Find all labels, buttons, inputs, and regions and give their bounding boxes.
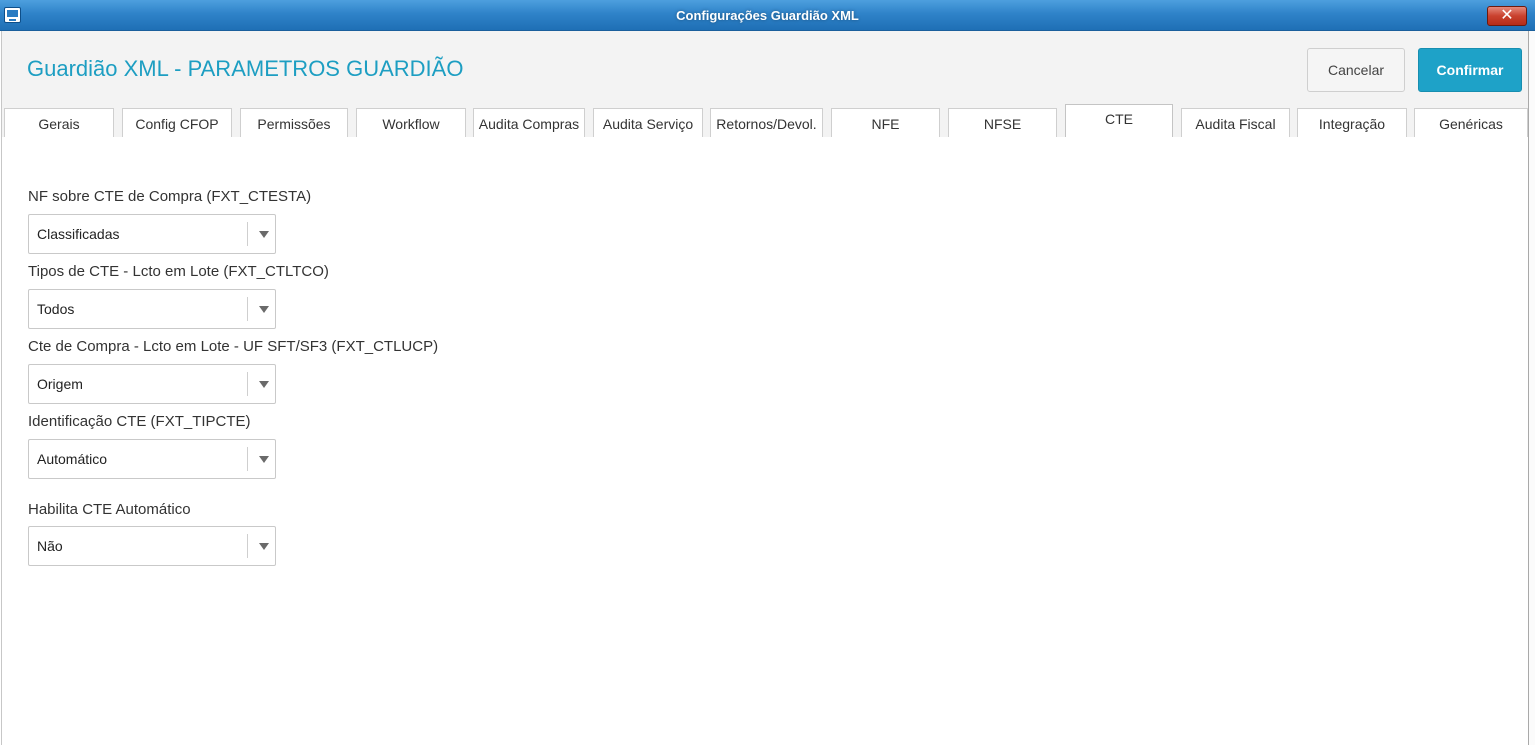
title-bar: Configurações Guardião XML ✕	[0, 0, 1535, 31]
close-icon: ✕	[1500, 7, 1514, 24]
select-divider	[247, 222, 248, 246]
cte-settings-panel: NF sobre CTE de Compra (FXT_CTESTA) Clas…	[1, 137, 1528, 745]
chevron-down-icon[interactable]	[259, 306, 269, 313]
identificacao-cte-select[interactable]: Automático	[28, 439, 276, 479]
tab-workflow[interactable]: Workflow	[356, 108, 466, 138]
page-title: Guardião XML - PARAMETROS GUARDIÃO	[27, 56, 464, 81]
cancel-button[interactable]: Cancelar	[1307, 48, 1405, 92]
tab-genericas[interactable]: Genéricas	[1414, 108, 1528, 138]
select-divider	[247, 534, 248, 558]
chevron-down-icon[interactable]	[259, 231, 269, 238]
window-right-edge	[1528, 31, 1535, 745]
tab-audita-compras[interactable]: Audita Compras	[473, 108, 585, 138]
select-value: Não	[37, 538, 63, 554]
habilita-cte-select[interactable]: Não	[28, 526, 276, 566]
tab-audita-servico[interactable]: Audita Serviço	[593, 108, 703, 138]
select-value: Origem	[37, 376, 83, 392]
chevron-down-icon[interactable]	[259, 543, 269, 550]
tab-nfse[interactable]: NFSE	[948, 108, 1057, 138]
select-divider	[247, 297, 248, 321]
tab-bar: Gerais Config CFOP Permissões Workflow A…	[1, 104, 1528, 138]
header: Guardião XML - PARAMETROS GUARDIÃO Cance…	[1, 31, 1528, 106]
tab-audita-fiscal[interactable]: Audita Fiscal	[1181, 108, 1290, 138]
tab-gerais[interactable]: Gerais	[4, 108, 114, 138]
nf-sobre-cte-label: NF sobre CTE de Compra (FXT_CTESTA)	[28, 188, 312, 205]
cte-compra-uf-select[interactable]: Origem	[28, 364, 276, 404]
habilita-cte-label: Habilita CTE Automático	[28, 501, 191, 518]
confirm-button[interactable]: Confirmar	[1418, 48, 1522, 92]
tab-cte[interactable]: CTE	[1065, 104, 1173, 138]
select-value: Automático	[37, 451, 108, 467]
tab-permissoes[interactable]: Permissões	[240, 108, 348, 138]
tab-integracao[interactable]: Integração	[1297, 108, 1407, 138]
tab-nfe[interactable]: NFE	[831, 108, 940, 138]
tipos-cte-select[interactable]: Todos	[28, 289, 276, 329]
window-title: Configurações Guardião XML	[676, 8, 859, 23]
identificacao-cte-label: Identificação CTE (FXT_TIPCTE)	[28, 413, 251, 430]
chevron-down-icon[interactable]	[259, 381, 269, 388]
tipos-cte-label: Tipos de CTE - Lcto em Lote (FXT_CTLTCO)	[28, 263, 329, 280]
close-button[interactable]: ✕	[1487, 6, 1527, 26]
tab-retornos-devol[interactable]: Retornos/Devol.	[710, 108, 823, 138]
select-value: Classificadas	[37, 226, 120, 242]
nf-sobre-cte-select[interactable]: Classificadas	[28, 214, 276, 254]
select-divider	[247, 447, 248, 471]
tab-config-cfop[interactable]: Config CFOP	[122, 108, 232, 138]
select-value: Todos	[37, 301, 75, 317]
chevron-down-icon[interactable]	[259, 456, 269, 463]
select-divider	[247, 372, 248, 396]
cte-compra-uf-label: Cte de Compra - Lcto em Lote - UF SFT/SF…	[28, 338, 439, 355]
